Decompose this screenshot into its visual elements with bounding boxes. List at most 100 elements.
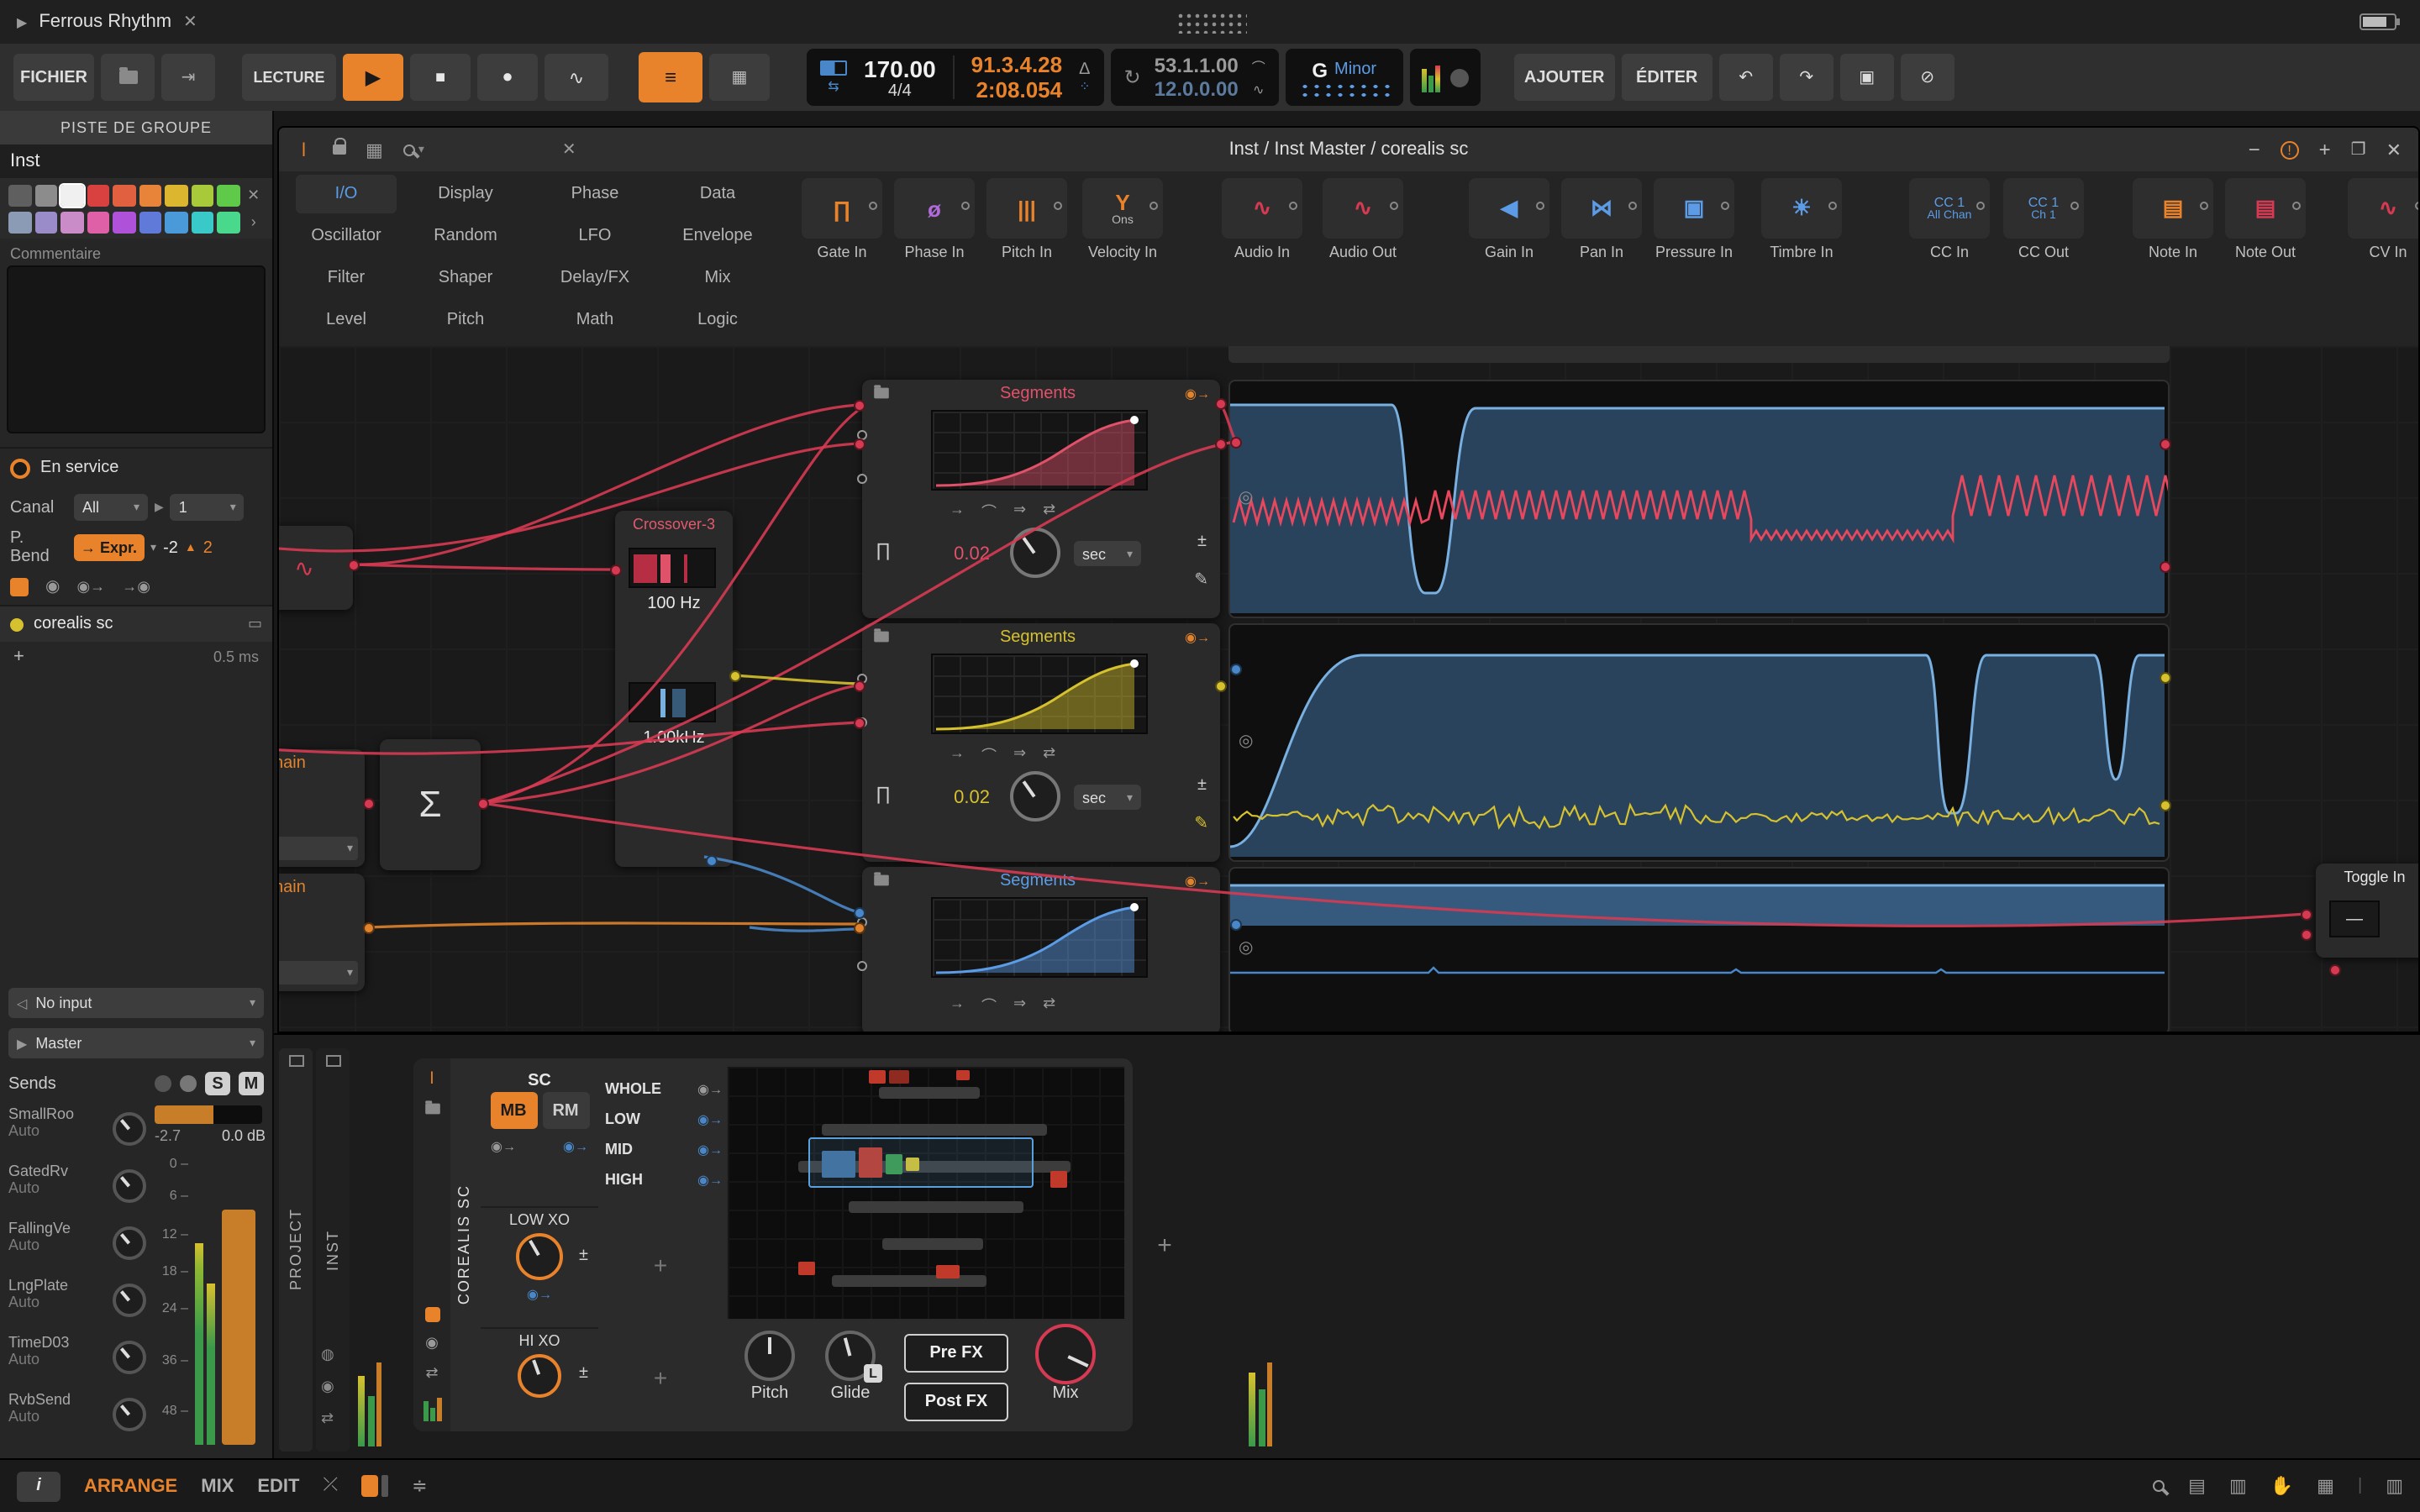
- cable-port[interactable]: [2301, 909, 2312, 921]
- device-color-chip[interactable]: [424, 1307, 439, 1322]
- prefx-button[interactable]: Pre FX: [904, 1334, 1008, 1373]
- segments-mode-icon-2[interactable]: ⇒: [1013, 501, 1026, 522]
- time-display[interactable]: 2:08.054: [971, 77, 1062, 102]
- device-folder-icon[interactable]: [424, 1104, 439, 1115]
- segments-mode-icon-3[interactable]: ⇄: [1043, 995, 1055, 1016]
- send-knob[interactable]: [113, 1169, 146, 1203]
- tab-random[interactable]: Random: [400, 217, 531, 255]
- tab-level[interactable]: Level: [296, 301, 397, 339]
- palette-item-note-out[interactable]: ▤Note Out: [2220, 178, 2311, 260]
- low-xo-stepper[interactable]: ±: [579, 1248, 588, 1263]
- channel-num-dropdown[interactable]: 1▾: [171, 494, 245, 521]
- palette-item-gain-in[interactable]: ◀Gain In: [1464, 178, 1555, 260]
- grid-snap-icon[interactable]: ▦: [2317, 1475, 2334, 1497]
- color-swatch[interactable]: [217, 211, 239, 233]
- mixer-io-icon[interactable]: ≑: [412, 1475, 427, 1497]
- record-arm-icon[interactable]: ◉: [321, 1378, 334, 1396]
- mb-button[interactable]: MB: [490, 1092, 537, 1129]
- shuffle-icon[interactable]: ⤫: [324, 1475, 339, 1497]
- input-port[interactable]: [857, 474, 867, 484]
- band-port[interactable]: ◉→: [697, 1172, 723, 1187]
- segments-unit-dropdown[interactable]: sec▾: [1074, 785, 1141, 810]
- cable-port[interactable]: [2160, 672, 2171, 684]
- arrange-tab[interactable]: ARRANGE: [84, 1476, 177, 1496]
- segments-mode-icon-1[interactable]: ⌒: [981, 501, 997, 522]
- cable-port[interactable]: [854, 907, 865, 919]
- toggle-in-module[interactable]: Toggle In —: [2316, 864, 2420, 958]
- export-button[interactable]: ⇥: [161, 54, 215, 101]
- loop-start-display[interactable]: 53.1.1.00: [1155, 54, 1239, 77]
- color-swatch[interactable]: [191, 184, 213, 206]
- palette-item-pan-in[interactable]: ⋈Pan In: [1556, 178, 1647, 260]
- timbre-out-icon[interactable]: →◉: [122, 577, 150, 596]
- layers-panel-button[interactable]: ≡: [639, 52, 702, 102]
- device-title[interactable]: COREALIS SC: [455, 1184, 472, 1305]
- clear-search-icon[interactable]: ✕: [562, 140, 576, 159]
- tab-delay-fx[interactable]: Delay/FX: [534, 259, 655, 297]
- oscilloscope-1[interactable]: ◎: [1228, 380, 2170, 618]
- device-monitor-icon[interactable]: ▭: [248, 615, 262, 633]
- sc-out-port[interactable]: ◉→: [563, 1139, 588, 1154]
- output-dropdown[interactable]: ▶Master▾: [8, 1028, 264, 1058]
- clear-color-button[interactable]: ✕: [241, 184, 266, 206]
- send-knob[interactable]: [113, 1341, 146, 1374]
- sum-module[interactable]: Σ: [380, 739, 481, 870]
- edit-tab[interactable]: EDIT: [257, 1476, 299, 1496]
- input-dropdown[interactable]: ◁No input▾: [8, 988, 264, 1018]
- edit-pencil-icon[interactable]: ✎: [1194, 815, 1208, 833]
- segments-mode-icon-0[interactable]: →: [950, 744, 965, 766]
- palette-item-cc-out[interactable]: CC 1Ch 1CC Out: [1998, 178, 2089, 260]
- key-display[interactable]: GMinor: [1286, 49, 1403, 106]
- color-swatch[interactable]: [139, 211, 161, 233]
- close-window-icon[interactable]: ✕: [2386, 139, 2402, 160]
- palette-item-audio-in[interactable]: ∿Audio In: [1217, 178, 1307, 260]
- cable-port[interactable]: [1230, 437, 1242, 449]
- glide-latch-badge[interactable]: L: [864, 1364, 882, 1383]
- tempo-display[interactable]: 170.00: [864, 55, 936, 81]
- monitor-circle-icon[interactable]: [1450, 68, 1469, 87]
- cable-port[interactable]: [854, 438, 865, 450]
- add-device-slot[interactable]: +: [1148, 1228, 1181, 1262]
- pan-hand-icon[interactable]: ✋: [2270, 1475, 2293, 1497]
- header-port[interactable]: ◉→: [1185, 629, 1210, 644]
- send-knob[interactable]: [113, 1112, 146, 1146]
- cable-port[interactable]: [348, 559, 360, 571]
- segments-stepper[interactable]: ±: [1197, 778, 1207, 793]
- tab-i-o[interactable]: I/O: [296, 175, 397, 213]
- color-swatch[interactable]: [139, 184, 161, 206]
- record-button[interactable]: ●: [477, 54, 538, 101]
- automation-write-button[interactable]: ∿: [544, 54, 608, 101]
- volume-fader[interactable]: [155, 1105, 262, 1124]
- hi-xo-knob[interactable]: [518, 1354, 561, 1398]
- edit-pencil-icon[interactable]: ✎: [1194, 571, 1208, 590]
- mix-knob[interactable]: [1035, 1324, 1096, 1384]
- cable-port[interactable]: [1215, 398, 1227, 410]
- oscilloscope-3[interactable]: ◎: [1228, 867, 2170, 1033]
- segments-unit-dropdown[interactable]: sec▾: [1074, 541, 1141, 566]
- segments-curve-display[interactable]: [931, 897, 1148, 978]
- cable-port[interactable]: [1215, 438, 1227, 450]
- tab-shaper[interactable]: Shaper: [400, 259, 531, 297]
- glide-knob[interactable]: L: [825, 1331, 876, 1381]
- pitch-knob[interactable]: [744, 1331, 795, 1381]
- pitchbend-min[interactable]: -2: [163, 538, 178, 557]
- crossover-freq-low[interactable]: 100 Hz: [615, 595, 733, 613]
- project-panel-tab[interactable]: PROJECT: [279, 1048, 313, 1452]
- cable-port[interactable]: [854, 922, 865, 934]
- add-slot-2[interactable]: +: [605, 1334, 716, 1421]
- hi-xo-stepper[interactable]: ±: [579, 1366, 588, 1381]
- segments-module-1[interactable]: Segments◉→→⌒⇒⇄∏0.02sec▾±✎: [862, 380, 1220, 618]
- crossover-module[interactable]: Crossover-3 100 Hz 1.00kHz: [615, 511, 733, 867]
- tab-pitch[interactable]: Pitch: [400, 301, 531, 339]
- transport-mode-icon[interactable]: ⇆: [820, 60, 847, 94]
- color-swatch[interactable]: [8, 184, 31, 206]
- cable-port[interactable]: [363, 798, 375, 810]
- palette-item-audio-out[interactable]: ∿Audio Out: [1318, 178, 1408, 260]
- file-menu-button[interactable]: FICHIER: [13, 54, 94, 101]
- segments-mode-icon-1[interactable]: ⌒: [981, 995, 997, 1016]
- stop-button[interactable]: ■: [410, 54, 471, 101]
- io-icon[interactable]: ⇄: [321, 1410, 334, 1428]
- palette-item-pitch-in[interactable]: |||Pitch In: [981, 178, 1072, 260]
- add-slot-1[interactable]: +: [605, 1213, 716, 1317]
- cable-port[interactable]: [854, 400, 865, 412]
